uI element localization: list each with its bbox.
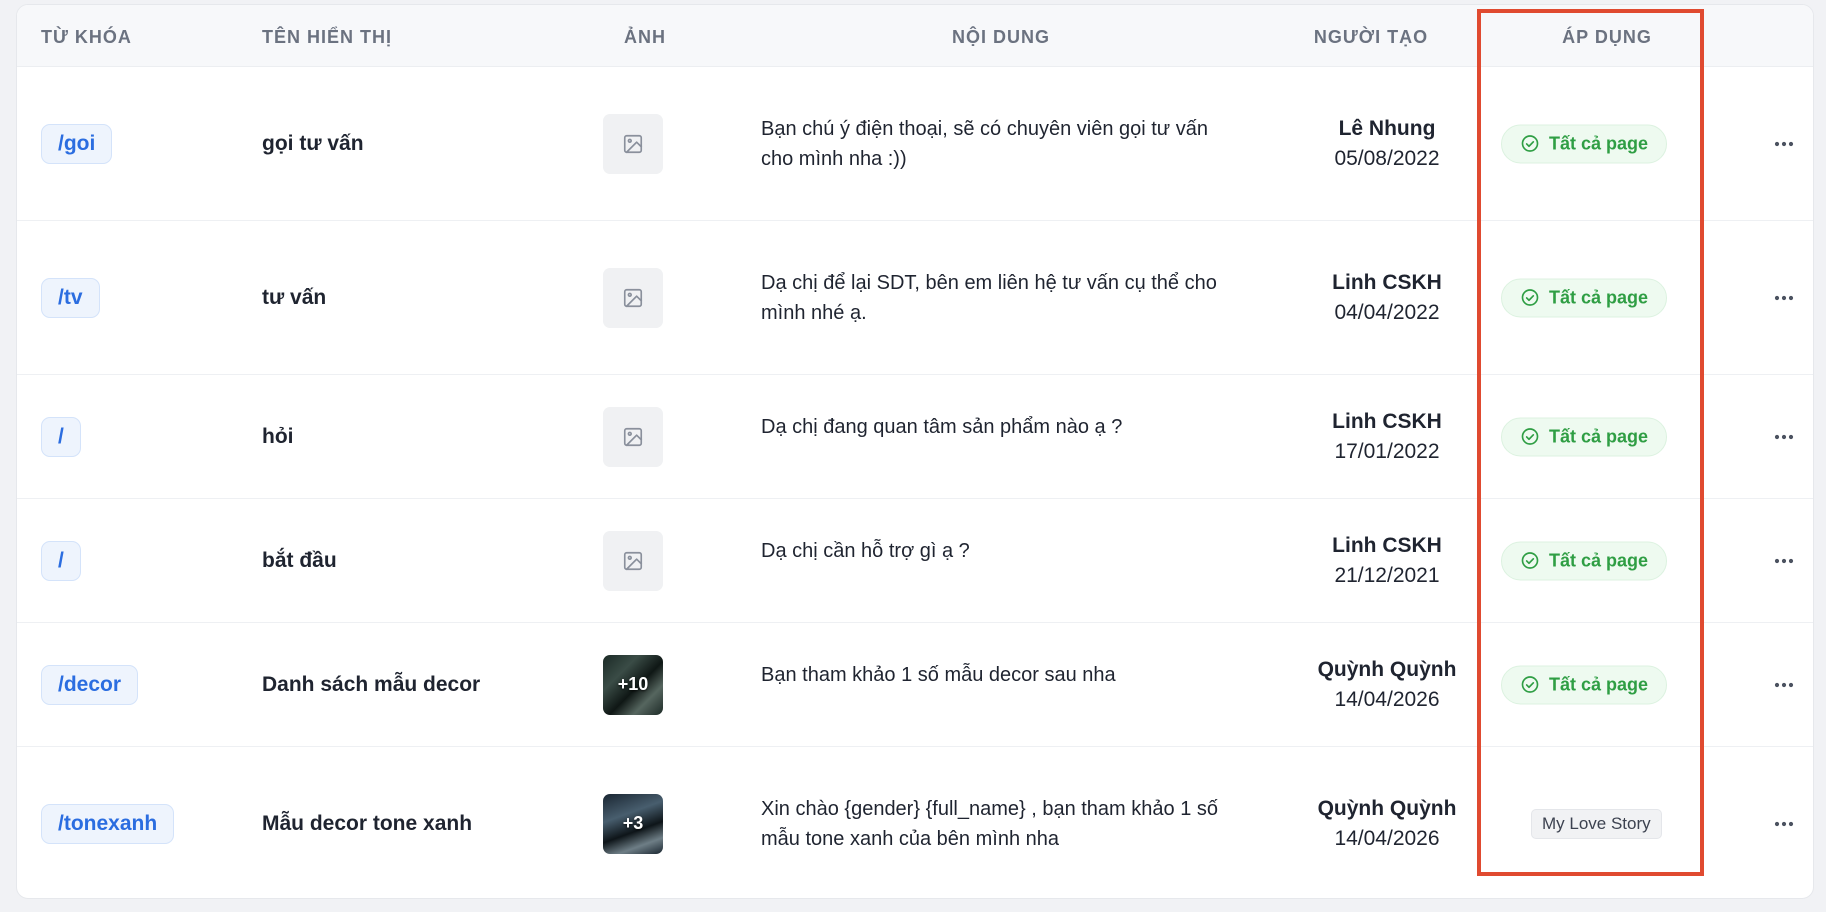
image-thumbnail[interactable]: +10: [603, 654, 663, 715]
keyword-tag: /tv: [41, 277, 100, 318]
keyword-tag: /decor: [41, 664, 139, 705]
more-horizontal-icon: [1774, 434, 1794, 439]
apply-all-pages-badge: Tất cả page: [1501, 278, 1668, 317]
check-circle-icon: [1521, 552, 1539, 569]
created-date: 17/01/2022: [1334, 439, 1440, 463]
more-horizontal-icon: [1774, 558, 1794, 563]
col-header-content: NỘI DUNG: [952, 27, 1050, 47]
more-actions-button[interactable]: [1769, 288, 1799, 308]
creator-info: Quỳnh Quỳnh 14/04/2026: [1297, 794, 1477, 854]
image-thumbnail[interactable]: [603, 530, 663, 591]
creator-name: Quỳnh Quỳnh: [1317, 796, 1457, 820]
apply-label: Tất cả page: [1549, 287, 1649, 307]
apply-label: Tất cả page: [1549, 674, 1649, 694]
check-circle-icon: [1521, 428, 1539, 445]
created-date: 21/12/2021: [1334, 563, 1440, 587]
creator-info: Linh CSKH 17/01/2022: [1297, 407, 1477, 467]
apply-all-pages-badge: Tất cả page: [1501, 417, 1668, 456]
table-row[interactable]: /decor Danh sách mẫu decor +10 Bạn tham …: [17, 623, 1813, 747]
image-placeholder-icon: [623, 134, 643, 153]
image-placeholder-icon: [623, 288, 643, 307]
table-row[interactable]: / bắt đầu Dạ chị cần hỗ trợ gì ạ ? Linh …: [17, 499, 1813, 623]
display-name: hỏi: [262, 424, 294, 448]
more-horizontal-icon: [1774, 821, 1794, 826]
reply-content: Bạn chú ý điện thoại, sẽ có chuyên viên …: [761, 117, 1209, 170]
image-placeholder-icon: [623, 427, 643, 446]
table-header: TỪ KHÓA TÊN HIỂN THỊ ẢNH NỘI DUNG NGƯỜI …: [17, 5, 1813, 67]
more-horizontal-icon: [1774, 295, 1794, 300]
check-circle-icon: [1521, 676, 1539, 693]
col-header-creator: NGƯỜI TẠO: [1313, 27, 1429, 47]
reply-content: Xin chào {gender} {full_name} , bạn tham…: [761, 797, 1219, 850]
created-date: 05/08/2022: [1334, 146, 1440, 170]
table-row[interactable]: /tonexanh Mẫu decor tone xanh +3 Xin chà…: [17, 747, 1813, 898]
check-circle-icon: [1521, 289, 1539, 306]
image-thumbnail[interactable]: [603, 267, 663, 328]
image-thumbnail[interactable]: [603, 406, 663, 467]
display-name: Danh sách mẫu decor: [262, 672, 481, 696]
image-count-overlay: +3: [622, 813, 644, 833]
more-actions-button[interactable]: [1769, 427, 1799, 447]
keyword-tag: /goi: [41, 123, 113, 164]
reply-content: Dạ chị để lại SDT, bên em liên hệ tư vấn…: [761, 271, 1217, 324]
creator-name: Lê Nhung: [1338, 116, 1436, 140]
col-header-image: ẢNH: [624, 27, 666, 47]
more-actions-button[interactable]: [1769, 134, 1799, 154]
display-name: Mẫu decor tone xanh: [262, 811, 473, 835]
keyword-tag: /tonexanh: [41, 803, 175, 844]
reply-content: Dạ chị cần hỗ trợ gì ạ ?: [761, 539, 970, 562]
keyword-tag: /: [41, 416, 81, 457]
apply-label: Tất cả page: [1549, 426, 1649, 446]
display-name: tư vấn: [262, 285, 327, 309]
quick-reply-table: TỪ KHÓA TÊN HIỂN THỊ ẢNH NỘI DUNG NGƯỜI …: [16, 4, 1814, 899]
image-count-overlay: +10: [617, 674, 649, 694]
apply-scope: Tất cả page: [1501, 124, 1668, 163]
apply-all-pages-badge: Tất cả page: [1501, 124, 1668, 163]
more-actions-button[interactable]: [1769, 814, 1799, 834]
creator-name: Linh CSKH: [1332, 270, 1442, 294]
created-date: 04/04/2022: [1334, 300, 1440, 324]
col-header-keyword: TỪ KHÓA: [41, 27, 132, 47]
apply-scope: Tất cả page: [1501, 278, 1668, 317]
apply-scope: Tất cả page: [1501, 665, 1668, 704]
apply-scope: Tất cả page: [1501, 417, 1668, 456]
more-actions-button[interactable]: [1769, 551, 1799, 571]
more-horizontal-icon: [1774, 682, 1794, 687]
apply-scope: Tất cả page: [1501, 541, 1668, 580]
creator-info: Linh CSKH 21/12/2021: [1297, 531, 1477, 591]
table-row[interactable]: /tv tư vấn Dạ chị để lại SDT, bên em liê…: [17, 221, 1813, 375]
creator-info: Quỳnh Quỳnh 14/04/2026: [1297, 655, 1477, 715]
image-thumbnail[interactable]: +3: [603, 793, 663, 854]
created-date: 14/04/2026: [1334, 826, 1440, 850]
more-actions-button[interactable]: [1769, 675, 1799, 695]
apply-label: Tất cả page: [1549, 550, 1649, 570]
creator-info: Linh CSKH 04/04/2022: [1297, 268, 1477, 328]
keyword-tag: /: [41, 540, 81, 581]
created-date: 14/04/2026: [1334, 687, 1440, 711]
table-row[interactable]: / hỏi Dạ chị đang quan tâm sản phẩm nào …: [17, 375, 1813, 499]
image-thumbnail[interactable]: [603, 113, 663, 174]
creator-name: Linh CSKH: [1332, 533, 1442, 557]
image-placeholder-icon: [623, 551, 643, 570]
col-header-apply: ÁP DỤNG: [1562, 27, 1652, 47]
page-tag: My Love Story: [1531, 808, 1662, 839]
display-name: bắt đầu: [262, 548, 337, 572]
creator-name: Linh CSKH: [1332, 409, 1442, 433]
creator-name: Quỳnh Quỳnh: [1317, 657, 1457, 681]
apply-all-pages-badge: Tất cả page: [1501, 665, 1668, 704]
reply-content: Bạn tham khảo 1 số mẫu decor sau nha: [761, 663, 1116, 686]
display-name: gọi tư vấn: [262, 131, 364, 155]
col-header-display-name: TÊN HIỂN THỊ: [262, 27, 393, 47]
reply-content: Dạ chị đang quan tâm sản phẩm nào ạ ?: [761, 415, 1123, 438]
apply-all-pages-badge: Tất cả page: [1501, 541, 1668, 580]
apply-scope: My Love Story: [1501, 808, 1662, 839]
apply-label: Tất cả page: [1549, 133, 1649, 153]
creator-info: Lê Nhung 05/08/2022: [1297, 114, 1477, 174]
table-row[interactable]: /goi gọi tư vấn Bạn chú ý điện thoại, sẽ…: [17, 67, 1813, 221]
check-circle-icon: [1521, 135, 1539, 152]
more-horizontal-icon: [1774, 141, 1794, 146]
